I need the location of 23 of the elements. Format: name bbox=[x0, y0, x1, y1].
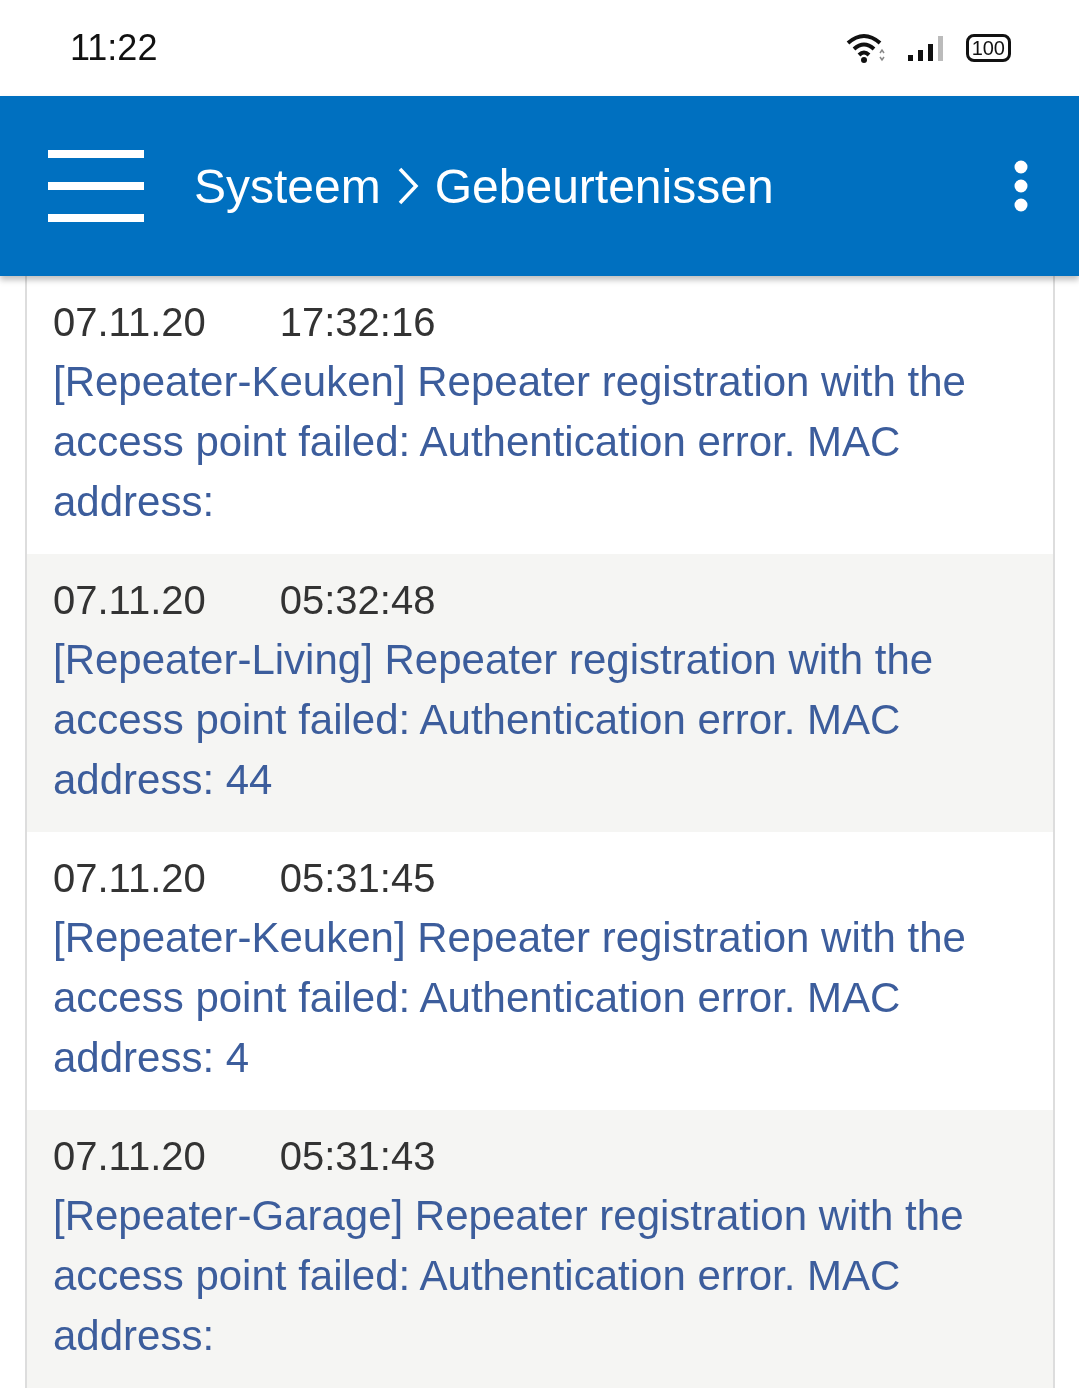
status-time: 11:22 bbox=[70, 27, 158, 69]
event-date: 07.11.20 bbox=[53, 855, 206, 902]
event-message: [Repeater-Keuken] Repeater registration with the access point failed: Authentication error. MAC address: 4 bbox=[53, 913, 967, 1083]
event-item[interactable]: 07.11.20 05:31:43 [Repeater-Garage] Repeater registration with the access point failed: Authentication error. MAC address: bbox=[27, 1110, 1053, 1388]
event-time: 05:31:43 bbox=[279, 1133, 436, 1180]
chevron-icon bbox=[396, 166, 419, 206]
event-date: 07.11.20 bbox=[53, 1133, 206, 1180]
event-item[interactable]: 07.11.20 05:32:48 [Repeater-Living] Repeater registration with the access point failed: Authentication error. MAC address: 44 bbox=[27, 554, 1053, 832]
event-message: [Repeater-Garage] Repeater registration with the access point failed: Authentication error. MAC address: bbox=[53, 1191, 965, 1361]
event-message: [Repeater-Living] Repeater registration with the access point failed: Authentication error. MAC address: 44 bbox=[53, 635, 935, 805]
event-time: 05:31:45 bbox=[279, 855, 436, 902]
event-date: 07.11.20 bbox=[53, 299, 206, 346]
event-time: 17:32:16 bbox=[279, 299, 436, 346]
menu-icon[interactable] bbox=[48, 150, 144, 222]
event-date: 07.11.20 bbox=[53, 577, 206, 624]
more-icon[interactable] bbox=[1013, 160, 1029, 212]
signal-icon bbox=[905, 33, 946, 63]
wifi-icon bbox=[845, 33, 886, 63]
breadcrumb-item: Gebeurtenissen bbox=[434, 158, 774, 214]
breadcrumb-item[interactable]: Systeem bbox=[194, 158, 381, 214]
event-time: 05:32:48 bbox=[279, 577, 436, 624]
battery-icon: 100 bbox=[965, 34, 1011, 62]
event-message: [Repeater-Keuken] Repeater registration with the access point failed: Authentication error. MAC address: bbox=[53, 357, 967, 527]
